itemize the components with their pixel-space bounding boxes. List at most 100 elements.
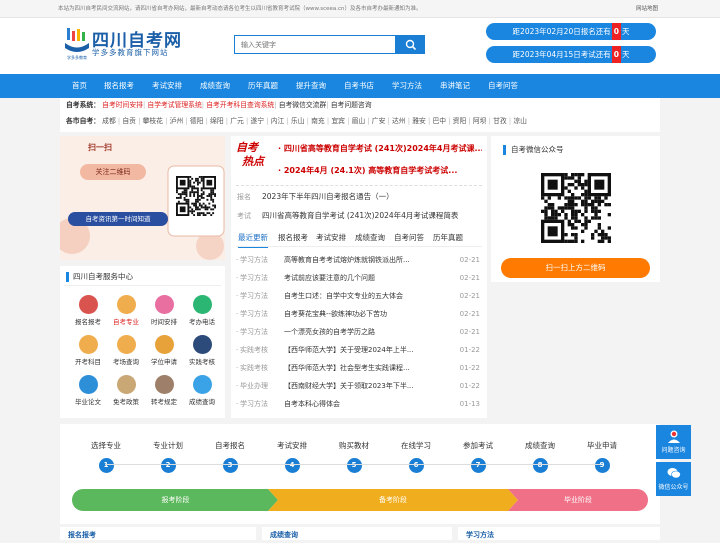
nav-score-query[interactable]: 成绩查询: [200, 74, 230, 98]
service-registration[interactable]: 报名报考: [70, 295, 106, 326]
service-exemption[interactable]: 免考政策: [108, 375, 144, 406]
service-phone[interactable]: 考办电话: [184, 295, 220, 326]
step-take-exam[interactable]: 参加考试 7: [448, 440, 508, 473]
nav-home[interactable]: 首页: [68, 74, 91, 98]
city-link[interactable]: 遂宁: [250, 117, 264, 125]
link-wechat-group[interactable]: 自考微信交流群: [279, 101, 327, 109]
link-subject-query[interactable]: 自考开考科目查询系统: [206, 101, 274, 109]
list-item[interactable]: 学习方法 自考生口述：自学中文专业的五大体会 02-21 ·: [236, 287, 482, 305]
search-button[interactable]: [396, 35, 425, 54]
step-score-query[interactable]: 成绩查询 8: [510, 440, 570, 473]
service-schedule[interactable]: 时间安排: [146, 295, 182, 326]
service-label: 报名报考: [75, 318, 101, 326]
city-link[interactable]: 乐山: [291, 117, 305, 125]
bottom-sections: 报名报考 成绩查询 学习方法: [60, 527, 660, 540]
tab-exam-schedule[interactable]: 考试安排: [316, 232, 346, 243]
link-exam-time[interactable]: 自考时间安排: [102, 101, 143, 109]
tab-qa[interactable]: 自考问答: [394, 232, 424, 243]
step-registration[interactable]: 自考报名 3: [200, 440, 260, 473]
hot-headline-2[interactable]: · 2024年4月 (24.1次) 高等教育自学考试考试...: [278, 165, 482, 176]
city-link[interactable]: 自贡: [122, 117, 136, 125]
city-link[interactable]: 凉山: [513, 117, 527, 125]
city-link[interactable]: 宜宾: [331, 117, 345, 125]
qr-banner[interactable]: 扫一扫 关注二维码 自考资讯第一时间知道: [60, 136, 225, 260]
city-link[interactable]: 泸州: [170, 117, 184, 125]
notice-exam[interactable]: 四川省高等教育自学考试 (241次)2024年4月考试课程简表: [262, 210, 458, 221]
nav-study-methods[interactable]: 学习方法: [392, 74, 422, 98]
step-graduation[interactable]: 毕业申请 9: [572, 440, 632, 473]
list-item[interactable]: 学习方法 高等教育自考考试熔炉炼就钢铁派出所... 02-21 ·: [236, 251, 482, 269]
nav-past-papers[interactable]: 历年真题: [248, 74, 278, 98]
service-practice[interactable]: 实践考核: [184, 335, 220, 366]
list-item-title[interactable]: 【西华师范大学】社会型考生实践课程...: [284, 359, 434, 377]
list-item[interactable]: 毕业办理 【西南财经大学】关于领取2023年下半... 01-22 ·: [236, 377, 482, 395]
list-item-title[interactable]: 【西华师范大学】关于受理2024年上半...: [284, 341, 434, 359]
city-link[interactable]: 内江: [271, 117, 285, 125]
quick-links: 自考系统： 自考时间安排 | 自学考试管理系统 | 自考开考科目查询系统 | 自考微信…: [60, 98, 660, 132]
service-venue[interactable]: 考场查询: [108, 335, 144, 366]
city-link[interactable]: 绵阳: [210, 117, 224, 125]
city-link[interactable]: 阿坝: [473, 117, 487, 125]
link-exam-system[interactable]: 自学考试管理系统: [147, 101, 201, 109]
list-item-title[interactable]: 自考本科心得体会: [284, 395, 434, 413]
list-item-title[interactable]: 一个漂亮女孩的自考学历之路: [284, 323, 434, 341]
service-degree[interactable]: 学位申请: [146, 335, 182, 366]
list-item-category: 毕业办理: [240, 382, 268, 390]
bottom-section-registration[interactable]: 报名报考: [60, 527, 256, 540]
nav-bookstore[interactable]: 自考书店: [344, 74, 374, 98]
service-transfer[interactable]: 转考规定: [146, 375, 182, 406]
float-consult[interactable]: 问题咨询: [656, 425, 691, 459]
city-link[interactable]: 成都: [102, 117, 116, 125]
list-item[interactable]: 学习方法 一个漂亮女孩的自考学历之路 02-21 ·: [236, 323, 482, 341]
city-link[interactable]: 雅安: [412, 117, 426, 125]
city-link[interactable]: 攀枝花: [143, 117, 163, 125]
city-link[interactable]: 甘孜: [493, 117, 507, 125]
list-item-title[interactable]: 自考生口述：自学中文专业的五大体会: [284, 287, 434, 305]
list-item[interactable]: 学习方法 考试前应该要注意的几个问题 02-21 ·: [236, 269, 482, 287]
nav-upgrade-query[interactable]: 提升查询: [296, 74, 326, 98]
list-item[interactable]: 实践考核 【西华师范大学】社会型考生实践课程... 01-22 ·: [236, 359, 482, 377]
top-notice-bar: 本站为四川自考民间交流网站，请四川省自考办网站，最新自考动态请各位考生以四川省教…: [0, 0, 720, 18]
service-score[interactable]: 成绩查询: [184, 375, 220, 406]
step-exam-schedule[interactable]: 考试安排 4: [262, 440, 322, 473]
service-major[interactable]: 自考专业: [108, 295, 144, 326]
list-item-title[interactable]: 考试前应该要注意的几个问题: [284, 269, 434, 287]
list-item-title[interactable]: 【西南财经大学】关于领取2023年下半...: [284, 377, 434, 395]
city-link[interactable]: 巴中: [432, 117, 446, 125]
city-link[interactable]: 眉山: [352, 117, 366, 125]
tab-past-papers[interactable]: 历年真题: [433, 232, 463, 243]
nav-notes[interactable]: 串讲笔记: [440, 74, 470, 98]
list-item-title[interactable]: 自考葵花宝典--欲练神功必下苦功: [284, 305, 434, 323]
list-item-title[interactable]: 高等教育自考考试熔炉炼就钢铁派出所...: [284, 251, 434, 269]
bottom-section-score[interactable]: 成绩查询: [262, 527, 452, 540]
logo-icon[interactable]: 学多多教育: [64, 26, 90, 60]
step-online-study[interactable]: 在线学习 6: [386, 440, 446, 473]
link-consult[interactable]: 自考问题咨询: [331, 101, 372, 109]
tab-registration[interactable]: 报名报考: [278, 232, 308, 243]
list-item[interactable]: 学习方法 自考本科心得体会 01-13 ·: [236, 395, 482, 413]
step-major-plan[interactable]: 专业计划 2: [138, 440, 198, 473]
hot-headline-1[interactable]: · 四川省高等教育自学考试 (241次)2024年4月考试课...: [278, 143, 482, 154]
notice-registration[interactable]: 2023年下半年四川自考报名通告（一）: [262, 191, 394, 202]
search-input[interactable]: [234, 35, 396, 54]
list-item[interactable]: 实践考核 【西华师范大学】关于受理2024年上半... 01-22 ·: [236, 341, 482, 359]
step-buy-textbooks[interactable]: 购买教材 5: [324, 440, 384, 473]
nav-qa[interactable]: 自考问答: [488, 74, 518, 98]
city-link[interactable]: 德阳: [190, 117, 204, 125]
nav-exam-schedule[interactable]: 考试安排: [152, 74, 182, 98]
city-link[interactable]: 广安: [372, 117, 386, 125]
nav-registration[interactable]: 报名报考: [104, 74, 134, 98]
service-thesis[interactable]: 毕业论文: [70, 375, 106, 406]
scan-qr-button[interactable]: 扫一扫上方二维码: [501, 258, 650, 278]
bottom-section-methods[interactable]: 学习方法: [458, 527, 660, 540]
sitemap-link[interactable]: 网站地图: [636, 0, 658, 18]
service-subjects[interactable]: 开考科目: [70, 335, 106, 366]
step-select-major[interactable]: 选择专业 1: [76, 440, 136, 473]
city-link[interactable]: 广元: [230, 117, 244, 125]
float-wechat[interactable]: 微信公众号: [656, 462, 691, 496]
list-item[interactable]: 学习方法 自考葵花宝典--欲练神功必下苦功 02-21 ·: [236, 305, 482, 323]
city-link[interactable]: 达州: [392, 117, 406, 125]
city-link[interactable]: 南充: [311, 117, 325, 125]
tab-score-query[interactable]: 成绩查询: [355, 232, 385, 243]
city-link[interactable]: 资阳: [453, 117, 467, 125]
